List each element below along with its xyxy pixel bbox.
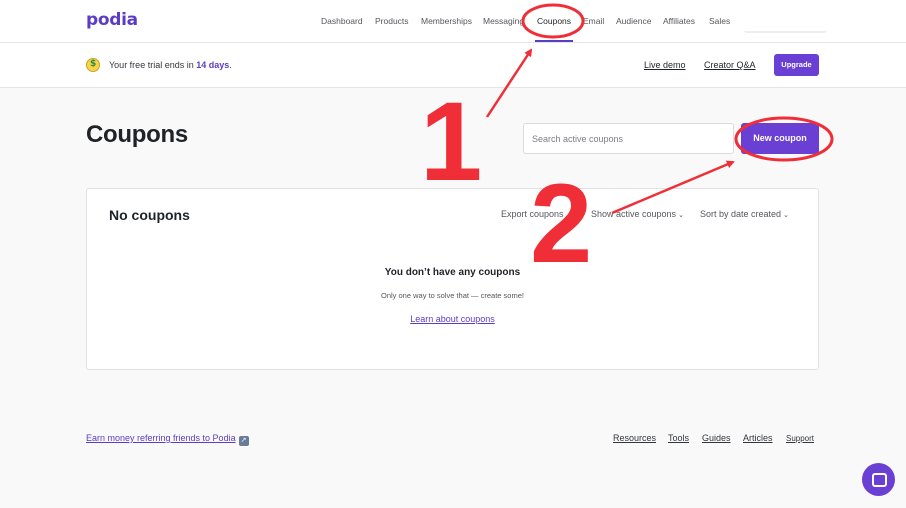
top-navbar: podia Dashboard Products Memberships Mes… xyxy=(0,0,906,43)
new-coupon-button[interactable]: New coupon xyxy=(741,123,819,154)
nav-memberships[interactable]: Memberships xyxy=(421,16,472,26)
nav-dashboard[interactable]: Dashboard xyxy=(321,16,363,26)
external-link-icon: ↗ xyxy=(238,436,249,446)
live-demo-link[interactable]: Live demo xyxy=(644,60,686,70)
trial-message: Your free trial ends in 14 days. xyxy=(109,60,232,70)
step-number-2: 2 xyxy=(530,161,593,286)
referral-text: Earn money referring friends to Podia xyxy=(86,433,236,443)
chevron-down-icon: ⌄ xyxy=(783,212,789,219)
nav-messaging[interactable]: Messaging xyxy=(483,16,524,26)
footer-guides-link[interactable]: Guides xyxy=(702,433,731,443)
trial-days: 14 days xyxy=(196,60,230,70)
footer-tools-link[interactable]: Tools xyxy=(668,433,689,443)
nav-email[interactable]: Email xyxy=(583,16,604,26)
trial-text-before: Your free trial ends in xyxy=(109,60,197,70)
referral-link[interactable]: Earn money referring friends to Podia ↗ xyxy=(86,433,249,446)
sort-label: Sort by date created xyxy=(700,209,782,219)
empty-state-subtext: Only one way to solve that — create some… xyxy=(381,291,524,300)
nav-products[interactable]: Products xyxy=(375,16,409,26)
coupons-card: No coupons Export coupons Show active co… xyxy=(86,188,819,370)
step-number-1: 1 xyxy=(420,79,483,204)
filter-dropdown[interactable]: Show active coupons ⌄ xyxy=(591,209,684,219)
chat-launcher-button[interactable] xyxy=(862,463,895,496)
active-tab-indicator xyxy=(535,40,573,42)
chevron-down-icon: ⌄ xyxy=(678,212,684,219)
money-face-icon xyxy=(86,58,100,72)
account-menu[interactable] xyxy=(744,10,827,33)
empty-state-heading: You don’t have any coupons xyxy=(384,267,521,278)
upgrade-button[interactable]: Upgrade xyxy=(774,54,819,76)
nav-sales[interactable]: Sales xyxy=(709,16,730,26)
page-title: Coupons xyxy=(86,121,188,148)
nav-affiliates[interactable]: Affiliates xyxy=(663,16,695,26)
search-input[interactable] xyxy=(523,123,734,154)
sort-dropdown[interactable]: Sort by date created ⌄ xyxy=(700,209,789,219)
trial-text-after: . xyxy=(229,60,232,70)
nav-audience[interactable]: Audience xyxy=(616,16,651,26)
creator-qa-link[interactable]: Creator Q&A xyxy=(704,60,756,70)
card-title: No coupons xyxy=(109,207,190,223)
footer-resources-link[interactable]: Resources xyxy=(613,433,656,443)
learn-about-coupons-link[interactable]: Learn about coupons xyxy=(410,314,495,324)
podia-logo[interactable]: podia xyxy=(86,10,138,30)
footer-support-link[interactable]: Support xyxy=(786,434,814,443)
filter-label: Show active coupons xyxy=(591,209,677,219)
nav-coupons[interactable]: Coupons xyxy=(537,16,571,26)
empty-state-link-row: Learn about coupons xyxy=(87,314,818,324)
footer-articles-link[interactable]: Articles xyxy=(743,433,773,443)
